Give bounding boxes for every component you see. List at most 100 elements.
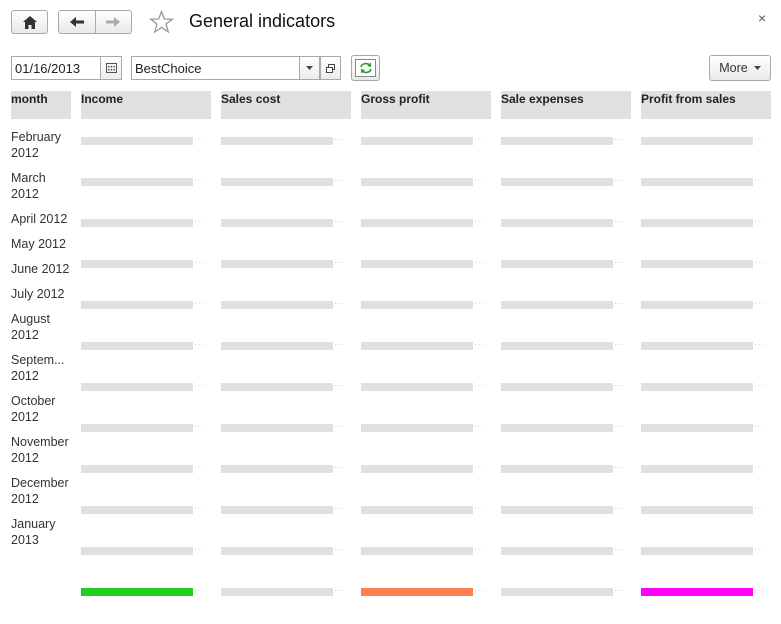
overflow-dots: ··· (754, 299, 765, 308)
organization-input[interactable]: BestChoice (131, 56, 300, 80)
overflow-dots: ··· (334, 463, 345, 472)
open-window-icon (326, 63, 335, 73)
sales-cost-bar (221, 465, 333, 473)
back-arrow-icon (69, 17, 84, 27)
profit-from-sales-bar (641, 219, 753, 227)
sales-cost-bar (221, 547, 333, 555)
overflow-dots: ··· (474, 381, 485, 390)
chevron-down-icon (306, 66, 313, 70)
overflow-dots: ··· (614, 258, 625, 267)
overflow-dots: ··· (194, 463, 205, 472)
profit-from-sales-total-bar (641, 588, 753, 596)
overflow-dots: ··· (334, 176, 345, 185)
organization-dropdown-button[interactable] (299, 56, 320, 80)
sales-cost-bar (221, 383, 333, 391)
sale-expenses-bar (501, 465, 613, 473)
month-cell: November 2012 (11, 435, 69, 465)
home-button[interactable] (11, 10, 48, 34)
forward-button[interactable] (96, 11, 132, 33)
more-button[interactable]: More (709, 55, 771, 81)
month-cell: February 2012 (11, 130, 62, 160)
overflow-dots: ··· (474, 586, 485, 595)
overflow-dots: ··· (334, 299, 345, 308)
overflow-dots: ··· (194, 381, 205, 390)
gross-profit-total-bar (361, 588, 473, 596)
back-button[interactable] (59, 11, 96, 33)
month-cell: May 2012 (11, 237, 66, 251)
overflow-dots: ··· (614, 586, 625, 595)
month-cell: March 2012 (11, 171, 46, 201)
month-cell: April 2012 (11, 212, 68, 226)
more-label: More (719, 61, 748, 75)
sale-expenses-bar (501, 383, 613, 391)
column-header-month[interactable]: month (11, 91, 71, 119)
overflow-dots: ··· (334, 545, 345, 554)
refresh-button[interactable] (351, 55, 380, 81)
overflow-dots: ··· (754, 463, 765, 472)
gross-profit-bar (361, 260, 473, 268)
profit-from-sales-bar (641, 342, 753, 350)
column-header-sales-cost[interactable]: Sales cost (221, 91, 351, 119)
overflow-dots: ··· (194, 176, 205, 185)
overflow-dots: ··· (194, 504, 205, 513)
overflow-dots: ··· (194, 422, 205, 431)
sales-cost-bar (221, 342, 333, 350)
close-icon[interactable]: × (758, 10, 766, 26)
gross-profit-bar (361, 301, 473, 309)
nav-buttons (58, 10, 132, 34)
overflow-dots: ··· (474, 422, 485, 431)
overflow-dots: ··· (194, 258, 205, 267)
refresh-icon (359, 62, 372, 74)
overflow-dots: ··· (334, 340, 345, 349)
overflow-dots: ··· (474, 258, 485, 267)
sale-expenses-bar (501, 547, 613, 555)
gross-profit-bar (361, 219, 473, 227)
overflow-dots: ··· (474, 217, 485, 226)
home-icon (22, 15, 37, 29)
income-total-bar (81, 588, 193, 596)
overflow-dots: ··· (334, 504, 345, 513)
column-header-sale-expenses[interactable]: Sale expenses (501, 91, 631, 119)
profit-from-sales-bar (641, 383, 753, 391)
column-header-profit-from-sales[interactable]: Profit from sales (641, 91, 771, 119)
column-header-income[interactable]: Income (81, 91, 211, 119)
sale-expenses-bar (501, 424, 613, 432)
overflow-dots: ··· (614, 299, 625, 308)
overflow-dots: ··· (754, 176, 765, 185)
overflow-dots: ··· (754, 258, 765, 267)
month-cell: Septem... 2012 (11, 353, 65, 383)
profit-from-sales-bar (641, 137, 753, 145)
forward-arrow-icon (106, 17, 121, 27)
gross-profit-bar (361, 424, 473, 432)
gross-profit-bar (361, 547, 473, 555)
calendar-icon (105, 63, 117, 73)
overflow-dots: ··· (334, 217, 345, 226)
overflow-dots: ··· (334, 422, 345, 431)
overflow-dots: ··· (614, 381, 625, 390)
overflow-dots: ··· (474, 545, 485, 554)
gross-profit-bar (361, 178, 473, 186)
column-header-gross-profit[interactable]: Gross profit (361, 91, 491, 119)
sales-cost-bar (221, 137, 333, 145)
sales-cost-bar (221, 506, 333, 514)
overflow-dots: ··· (754, 545, 765, 554)
month-cell: August 2012 (11, 312, 50, 342)
gross-profit-bar (361, 465, 473, 473)
sale-expenses-bar (501, 342, 613, 350)
sale-expenses-total-bar (501, 588, 613, 596)
organization-open-button[interactable] (320, 56, 341, 80)
gross-profit-bar (361, 383, 473, 391)
sale-expenses-bar (501, 137, 613, 145)
profit-from-sales-bar (641, 178, 753, 186)
overflow-dots: ··· (194, 340, 205, 349)
calendar-button[interactable] (100, 56, 122, 80)
date-input[interactable]: 01/16/2013 (11, 56, 101, 80)
overflow-dots: ··· (194, 586, 205, 595)
overflow-dots: ··· (754, 586, 765, 595)
profit-from-sales-bar (641, 506, 753, 514)
overflow-dots: ··· (474, 463, 485, 472)
favorite-star-icon[interactable] (149, 10, 174, 34)
overflow-dots: ··· (474, 135, 485, 144)
overflow-dots: ··· (474, 299, 485, 308)
income-bar (81, 260, 193, 268)
